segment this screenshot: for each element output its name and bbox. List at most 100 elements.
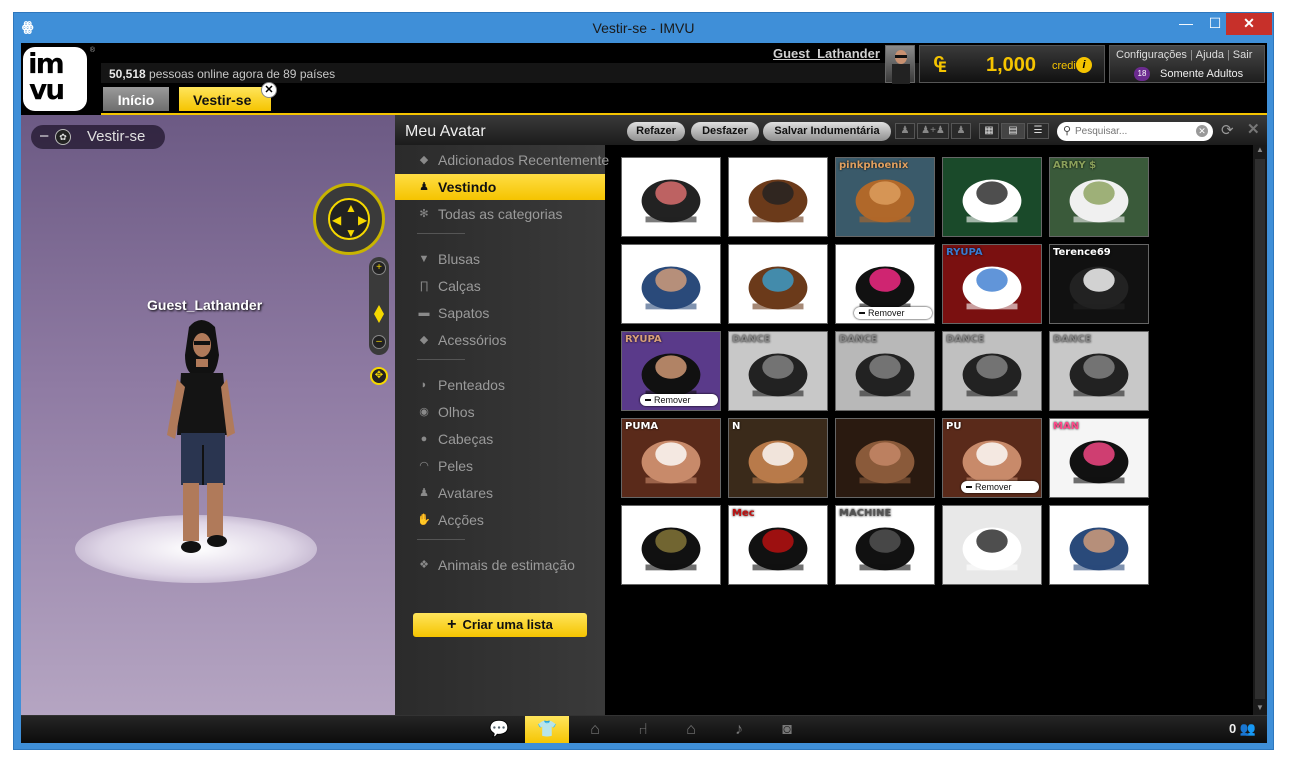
sidebar-item-avatars[interactable]: ♟ Avatares [395, 480, 605, 506]
item-thumb-white-hightop[interactable] [942, 505, 1042, 585]
small-grid-icon[interactable]: ▤ [1001, 123, 1025, 139]
grid-scrollbar[interactable]: ▲ ▼ [1253, 145, 1267, 715]
tab-dress-up[interactable]: Vestir-se [179, 87, 271, 111]
item-thumb-spiky-hair[interactable]: pinkphoenix [835, 157, 935, 237]
pan-right-icon[interactable]: ▶ [358, 213, 367, 227]
close-button[interactable]: ✕ [1226, 13, 1272, 35]
sidebar-item-hair[interactable]: ◗ Penteados [395, 372, 605, 398]
single-avatar-icon[interactable]: ♟ [895, 123, 915, 139]
chat-icon[interactable]: 💬 [477, 716, 521, 743]
zoom-out-icon[interactable]: – [372, 335, 386, 349]
item-thumb-dress-shoes[interactable]: Mec [728, 505, 828, 585]
remove-button[interactable]: Remover [961, 481, 1039, 493]
list-view-icon[interactable]: ☰ [1027, 123, 1049, 139]
sidebar-item-shoes[interactable]: ▬ Sapatos [395, 300, 605, 326]
undo-button[interactable]: Desfazer [691, 122, 759, 141]
refresh-icon[interactable]: ⟳ [1221, 121, 1234, 139]
close-tab-icon[interactable]: ✕ [261, 82, 277, 98]
large-grid-icon[interactable]: ▦ [979, 123, 999, 139]
item-thumb-headphones-head[interactable] [728, 244, 828, 324]
sidebar-item-tops[interactable]: ▼ Blusas [395, 246, 605, 272]
imvu-logo[interactable]: im vu ® [23, 47, 95, 111]
camera-pan-control[interactable]: ▲ ▼ ◀ ▶ [313, 183, 385, 255]
item-thumb-dance-str[interactable]: DANCE [942, 331, 1042, 411]
item-thumb-jeans[interactable] [621, 244, 721, 324]
remove-button[interactable]: Remover [640, 394, 718, 406]
username-link[interactable]: Guest_Lathander [773, 46, 880, 61]
item-thumb-black-boots[interactable]: MAN [1049, 418, 1149, 498]
item-thumb-army-sneakers[interactable]: ARMY $ [1049, 157, 1149, 237]
sidebar-item-pets[interactable]: ❖ Animais de estimação [395, 552, 605, 578]
help-link[interactable]: Ajuda [1196, 49, 1224, 61]
item-thumb-buckle-boots[interactable] [621, 505, 721, 585]
item-thumb-face-puma[interactable]: PUMA [621, 418, 721, 498]
sidebar-item-eyes[interactable]: ◉ Olhos [395, 399, 605, 425]
create-list-button[interactable]: + Criar uma lista [413, 613, 587, 637]
sidebar-item-heads[interactable]: ● Cabeças [395, 426, 605, 452]
sidebar-item-wearing[interactable]: ♟ Vestindo [395, 174, 605, 200]
camera-icon[interactable]: ◙ [765, 716, 809, 743]
adult-filter-dropdown[interactable]: Somente Adultos [1160, 68, 1243, 80]
item-thumb-dance-up[interactable]: DANCE [728, 331, 828, 411]
item-thumb-top-hat[interactable] [621, 157, 721, 237]
settings-link[interactable]: Configurações [1116, 49, 1187, 61]
remove-button[interactable]: Remover [854, 307, 932, 319]
item-thumb-black-shirt[interactable]: RYUPA Remover [621, 331, 721, 411]
tab-home[interactable]: Início [103, 87, 169, 111]
item-thumb-abs-skin[interactable] [835, 418, 935, 498]
zoom-handle[interactable] [374, 305, 384, 323]
scroll-thumb[interactable] [1255, 159, 1265, 699]
head-icon: ● [420, 433, 428, 445]
search-input[interactable] [1075, 124, 1193, 139]
avatar-viewport[interactable]: – ✿ Vestir-se Guest_Lathander ▲ ▼ ◀ ▶ + … [21, 115, 395, 715]
sidebar-item-all-categories[interactable]: ✻ Todas as categorias [395, 201, 605, 227]
item-thumb-machine-boots[interactable]: MACHINE [835, 505, 935, 585]
info-icon[interactable]: i [1076, 57, 1092, 73]
item-thumb-dance-club[interactable]: DANCE [1049, 331, 1149, 411]
zoom-slider[interactable]: + – [369, 257, 389, 355]
logout-link[interactable]: Sair [1233, 49, 1253, 61]
item-thumb-white-jacket[interactable] [942, 157, 1042, 237]
sidebar-item-pants[interactable]: ∏ Calças [395, 273, 605, 299]
people-count[interactable]: 0 👥 [1229, 721, 1256, 737]
viewport-tab[interactable]: – ✿ Vestir-se [31, 125, 165, 149]
pan-dpad[interactable]: ▲ ▼ ◀ ▶ [328, 198, 370, 240]
item-thumb-sunglasses[interactable]: Remover [835, 244, 935, 324]
avatar-thumbnail[interactable] [885, 45, 915, 84]
chair-icon[interactable]: ⑁ [621, 716, 665, 743]
item-thumb-face-n[interactable]: N [728, 418, 828, 498]
scroll-down-icon[interactable]: ▼ [1253, 703, 1267, 715]
item-thumb-red-sneaker[interactable]: RYUPA [942, 244, 1042, 324]
item-thumb-face-puma-2[interactable]: PU Remover [942, 418, 1042, 498]
collapse-icon[interactable]: – [40, 127, 48, 144]
music-icon[interactable]: ♪ [717, 716, 761, 743]
pan-up-icon[interactable]: ▲ [345, 201, 357, 215]
maximize-button[interactable]: ☐ [1201, 13, 1229, 35]
scroll-up-icon[interactable]: ▲ [1253, 145, 1267, 157]
shirt-icon[interactable]: 👕 [525, 716, 569, 743]
credits-box[interactable]: ₠ 1,000 credits i [919, 45, 1105, 83]
avatar-figure[interactable] [161, 315, 241, 565]
zoom-in-icon[interactable]: + [372, 261, 386, 275]
clear-search-icon[interactable]: ✕ [1196, 125, 1208, 137]
item-thumb-black-pants[interactable]: Terence69 [1049, 244, 1149, 324]
hanger-icon[interactable]: ⌂ [573, 716, 617, 743]
sidebar-item-skins[interactable]: ◠ Peles [395, 453, 605, 479]
item-thumb-beanie-head[interactable] [728, 157, 828, 237]
sidebar-item-accessories[interactable]: ◆ Acessórios [395, 327, 605, 353]
redo-button[interactable]: Refazer [627, 122, 685, 141]
pan-down-icon[interactable]: ▼ [345, 226, 357, 240]
save-outfit-button[interactable]: Salvar Indumentária [763, 122, 891, 141]
pan-left-icon[interactable]: ◀ [332, 213, 341, 227]
sidebar-item-actions[interactable]: ✋ Acções [395, 507, 605, 533]
home-icon[interactable]: ⌂ [669, 716, 713, 743]
minimize-button[interactable]: — [1172, 13, 1200, 35]
item-thumb-dance-br[interactable]: DANCE [835, 331, 935, 411]
avatar-view-icon[interactable]: ♟ [951, 123, 971, 139]
rotate-icon[interactable]: ✥ [370, 367, 388, 385]
item-thumb-jeans-sandals[interactable] [1049, 505, 1149, 585]
search-box[interactable]: ⚲ ✕ [1057, 122, 1213, 141]
close-panel-icon[interactable]: ✕ [1247, 120, 1260, 138]
sidebar-item-recent[interactable]: ◆ Adicionados Recentemente [395, 147, 609, 173]
pair-avatar-icon[interactable]: ♟+♟ [917, 123, 949, 139]
